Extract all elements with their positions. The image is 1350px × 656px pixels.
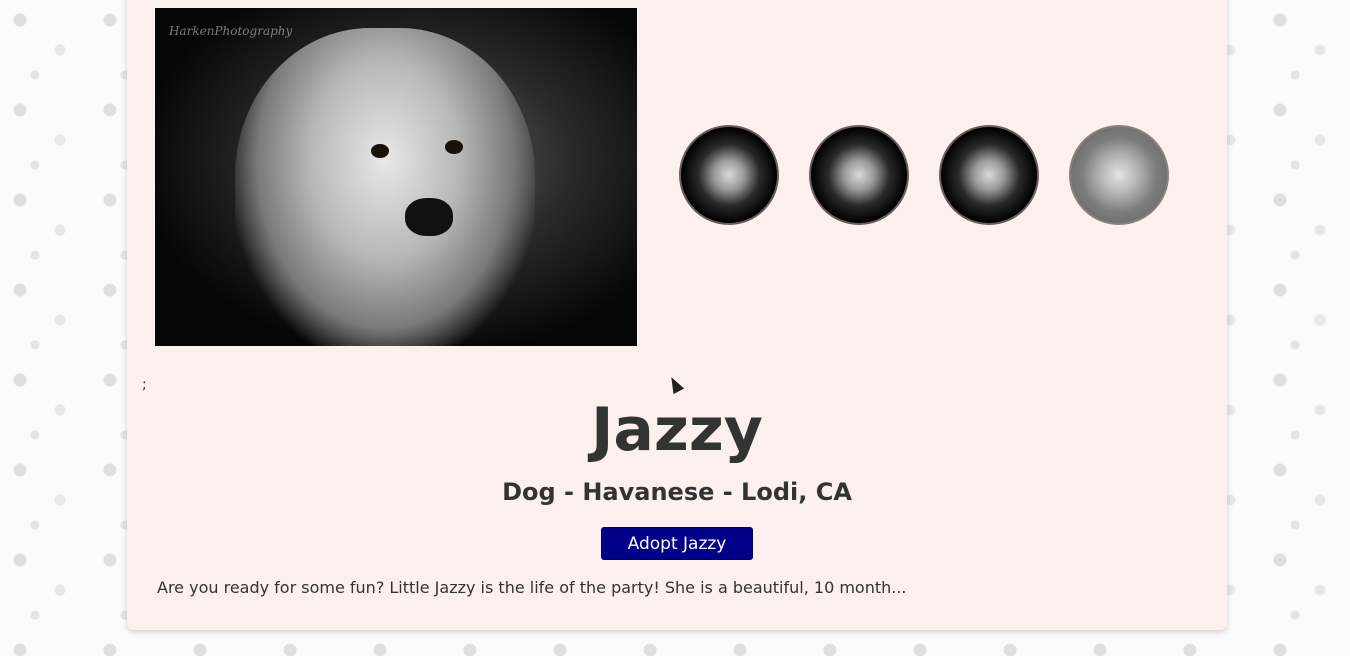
thumbnail-gallery [679, 125, 1169, 225]
thumbnail-1[interactable] [679, 125, 779, 225]
dog-nose [405, 198, 453, 236]
dog-eye-left [371, 144, 389, 158]
pet-subtitle: Dog - Havanese - Lodi, CA [502, 478, 852, 506]
pet-name: Jazzy [591, 395, 763, 465]
dog-image [235, 28, 535, 346]
adopt-button[interactable]: Adopt Jazzy [601, 527, 753, 560]
stray-text: ; [142, 377, 147, 393]
thumbnail-4-active[interactable] [1069, 125, 1169, 225]
pet-card: HarkenPhotography ; Jazzy Dog - Havanese… [127, 0, 1227, 630]
thumbnail-3[interactable] [939, 125, 1039, 225]
photo-watermark: HarkenPhotography [169, 24, 293, 38]
dog-eye-right [445, 140, 463, 154]
thumbnail-2[interactable] [809, 125, 909, 225]
main-pet-photo: HarkenPhotography [155, 8, 637, 346]
pet-description: Are you ready for some fun? Little Jazzy… [157, 578, 907, 597]
